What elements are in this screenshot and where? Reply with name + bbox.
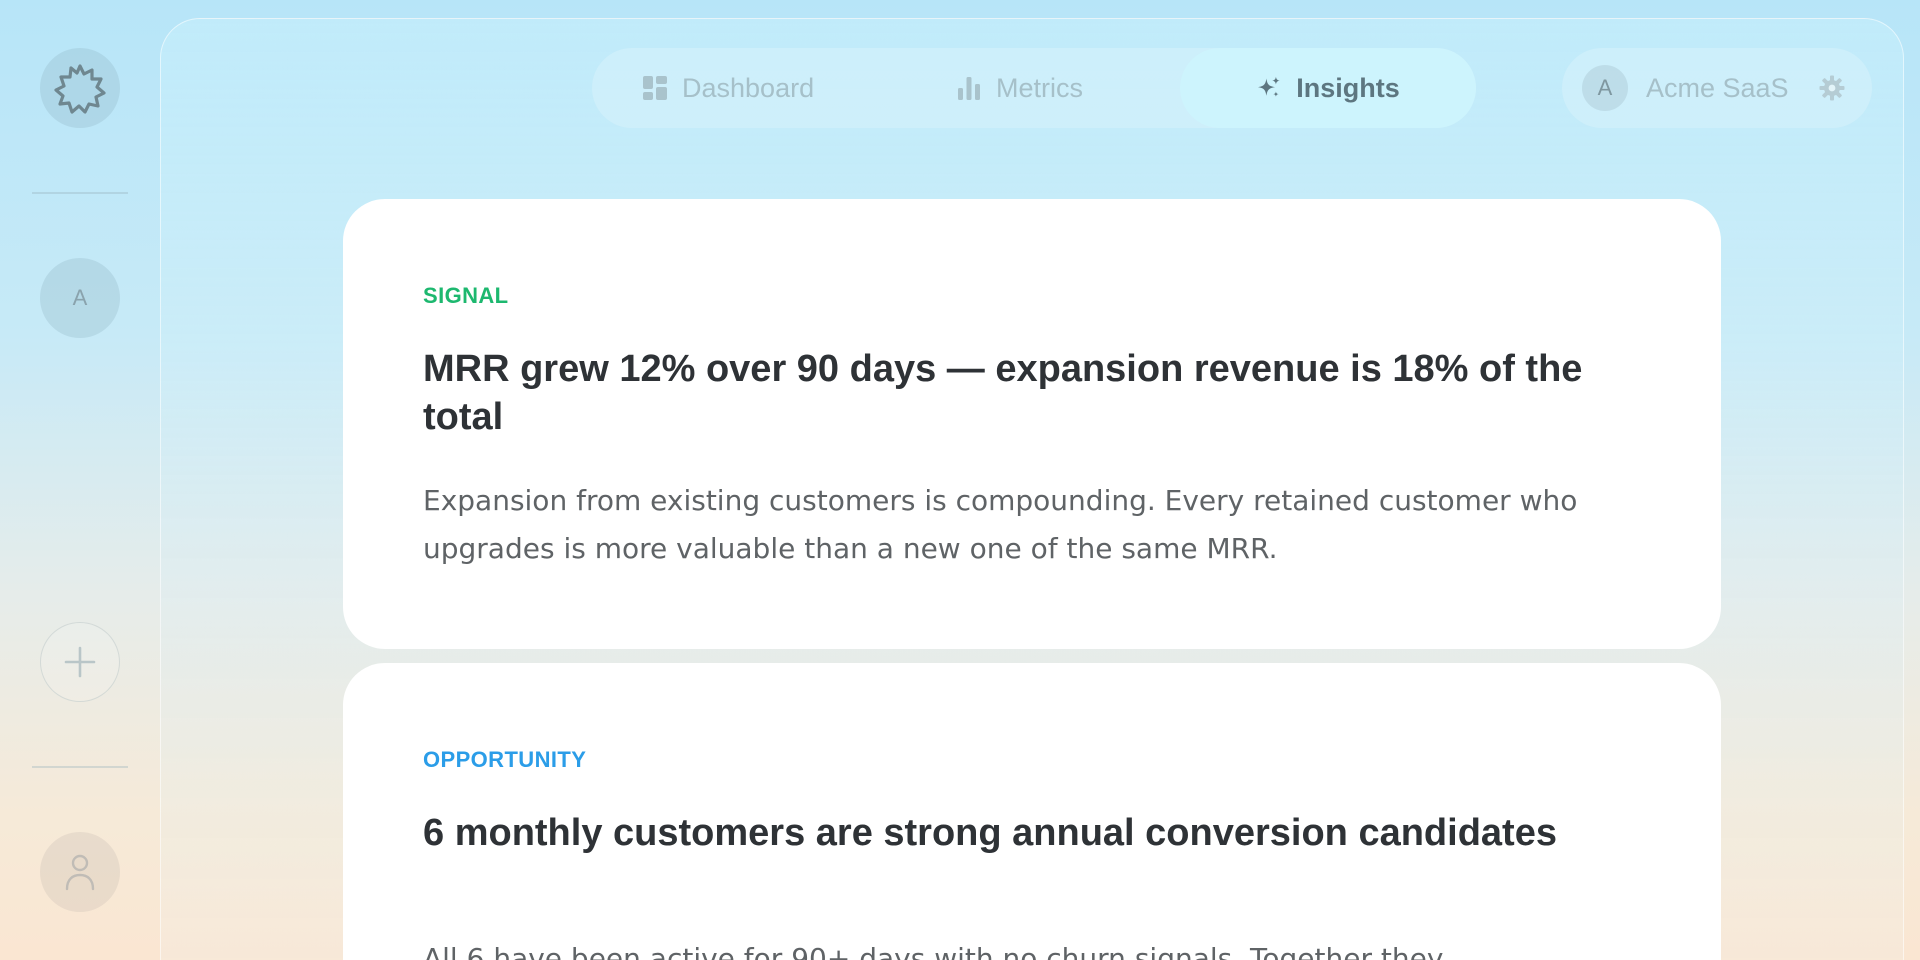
account-name: Acme SaaS (1646, 72, 1789, 103)
insight-title: MRR grew 12% over 90 days — expansion re… (423, 348, 1583, 438)
top-nav: Dashboard Metrics Insights (592, 48, 1476, 128)
insight-body: All 6 have been active for 90+ days with… (423, 942, 1444, 960)
person-icon (65, 854, 95, 891)
tab-dashboard[interactable]: Dashboard (642, 48, 814, 128)
workspace-avatar[interactable]: A (40, 258, 120, 338)
rail-divider (32, 192, 128, 194)
profile-button[interactable] (40, 832, 120, 912)
insight-body: Expansion from existing customers is com… (423, 484, 1578, 565)
insight-tag: OPPORTUNITY (423, 747, 587, 772)
gear-icon[interactable] (1818, 74, 1846, 102)
plus-icon (64, 646, 96, 678)
insight-card[interactable]: SIGNAL MRR grew 12% over 90 days — expan… (343, 199, 1721, 649)
tab-dashboard-label: Dashboard (682, 72, 815, 103)
tab-insights[interactable]: Insights (1180, 48, 1476, 128)
logo-button[interactable] (40, 48, 120, 128)
left-rail: A (0, 0, 160, 960)
insight-title: 6 monthly customers are strong annual co… (423, 812, 1557, 854)
account-switcher[interactable]: A Acme SaaS (1562, 48, 1872, 128)
dashboard-icon (642, 75, 668, 101)
sparkles-icon (1256, 75, 1282, 101)
account-avatar-initial: A (1597, 75, 1613, 100)
burst-logo-icon (54, 64, 106, 114)
insight-card[interactable]: OPPORTUNITY 6 monthly customers are stro… (343, 663, 1721, 960)
rail-divider (32, 766, 128, 768)
tab-metrics-label: Metrics (996, 72, 1083, 103)
account-avatar: A (1582, 65, 1628, 111)
app-frame: A Dashboard Metrics Insights A Acme SaaS… (0, 0, 1920, 960)
bar-chart-icon (956, 75, 982, 101)
insight-tag: SIGNAL (423, 283, 509, 308)
workspace-avatar-initial: A (72, 285, 88, 310)
add-button[interactable] (40, 622, 120, 702)
tab-insights-label: Insights (1296, 72, 1400, 103)
tab-metrics[interactable]: Metrics (956, 48, 1083, 128)
